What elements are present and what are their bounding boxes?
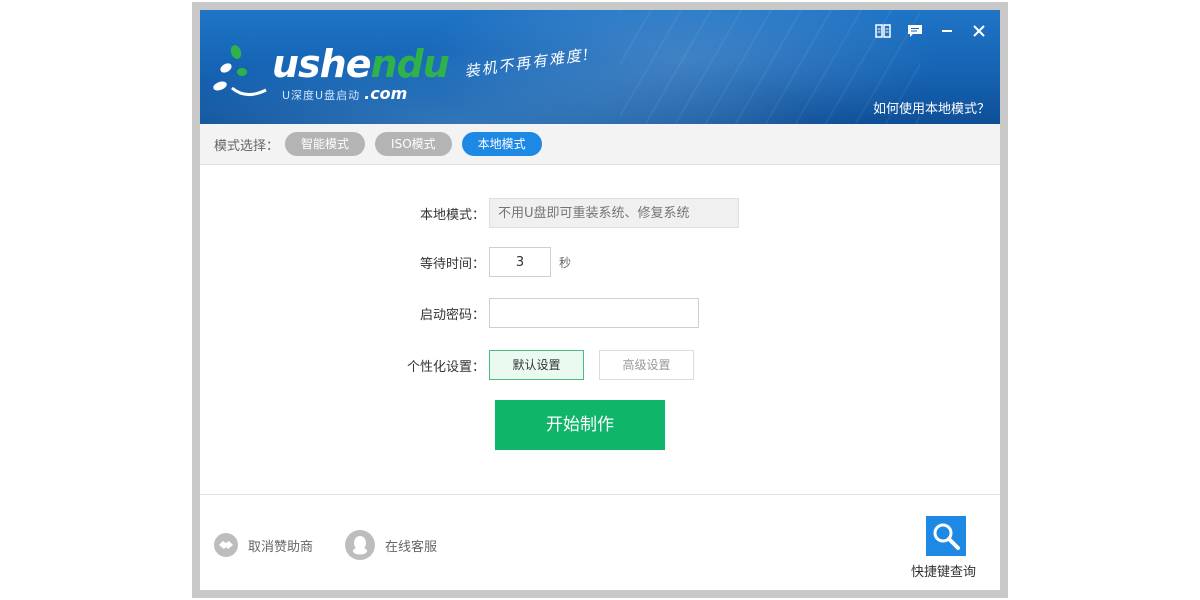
cancel-sponsor-label: 取消赞助商 xyxy=(248,539,314,555)
quick-lookup-label[interactable]: 快捷键查询 xyxy=(911,561,976,580)
header-banner: ushendu U深度U盘启动 .com 装机不再有难度! 如何使用本地模式？ xyxy=(200,10,1000,124)
handshake-icon xyxy=(214,533,238,557)
default-settings-button[interactable]: 默认设置 xyxy=(489,350,584,380)
logo-subtitle: U深度U盘启动 .com xyxy=(282,84,408,103)
local-mode-field xyxy=(489,198,739,228)
minimize-icon[interactable] xyxy=(938,22,956,40)
tab-local-mode[interactable]: 本地模式 xyxy=(461,132,542,156)
tab-iso-mode[interactable]: ISO模式 xyxy=(375,132,452,156)
local-mode-row: 本地模式： xyxy=(399,198,739,228)
quick-lookup-button[interactable] xyxy=(926,516,966,556)
personalize-label: 个性化设置： xyxy=(406,359,485,375)
local-mode-label: 本地模式： xyxy=(419,207,485,223)
cancel-sponsor-link[interactable]: 取消赞助商 xyxy=(214,533,313,557)
start-make-button[interactable]: 开始制作 xyxy=(495,400,665,450)
mode-selector-label: 模式选择： xyxy=(214,138,280,154)
search-icon xyxy=(933,523,960,550)
help-link[interactable]: 如何使用本地模式？ xyxy=(873,98,990,117)
password-row: 启动密码： xyxy=(399,298,699,328)
personalize-row: 个性化设置： 默认设置 高级设置 xyxy=(399,350,694,380)
wait-time-unit: 秒 xyxy=(559,255,572,270)
footer-divider xyxy=(200,494,1000,495)
wait-time-input[interactable] xyxy=(489,247,551,277)
tab-smart-mode[interactable]: 智能模式 xyxy=(285,132,366,156)
qq-icon xyxy=(345,530,375,560)
logo-wordmark: ushendu xyxy=(272,42,450,86)
app-window: ushendu U深度U盘启动 .com 装机不再有难度! 如何使用本地模式？ 模… xyxy=(200,10,1000,590)
close-icon[interactable] xyxy=(970,22,988,40)
book-icon[interactable] xyxy=(874,22,892,40)
window-controls xyxy=(874,22,988,40)
logo: ushendu U深度U盘启动 .com xyxy=(212,38,452,103)
wait-time-label: 等待时间： xyxy=(419,256,485,272)
password-label: 启动密码： xyxy=(419,307,485,323)
logo-mark-icon xyxy=(213,45,267,96)
boot-password-input[interactable] xyxy=(489,298,699,328)
online-service-label: 在线客服 xyxy=(385,539,438,555)
mode-selector-bar: 模式选择： 智能模式 ISO模式 本地模式 xyxy=(200,124,1000,165)
online-service-link[interactable]: 在线客服 xyxy=(345,530,437,560)
wait-time-row: 等待时间： 秒 xyxy=(399,247,571,277)
chat-icon[interactable] xyxy=(906,22,924,40)
advanced-settings-button[interactable]: 高级设置 xyxy=(599,350,694,380)
